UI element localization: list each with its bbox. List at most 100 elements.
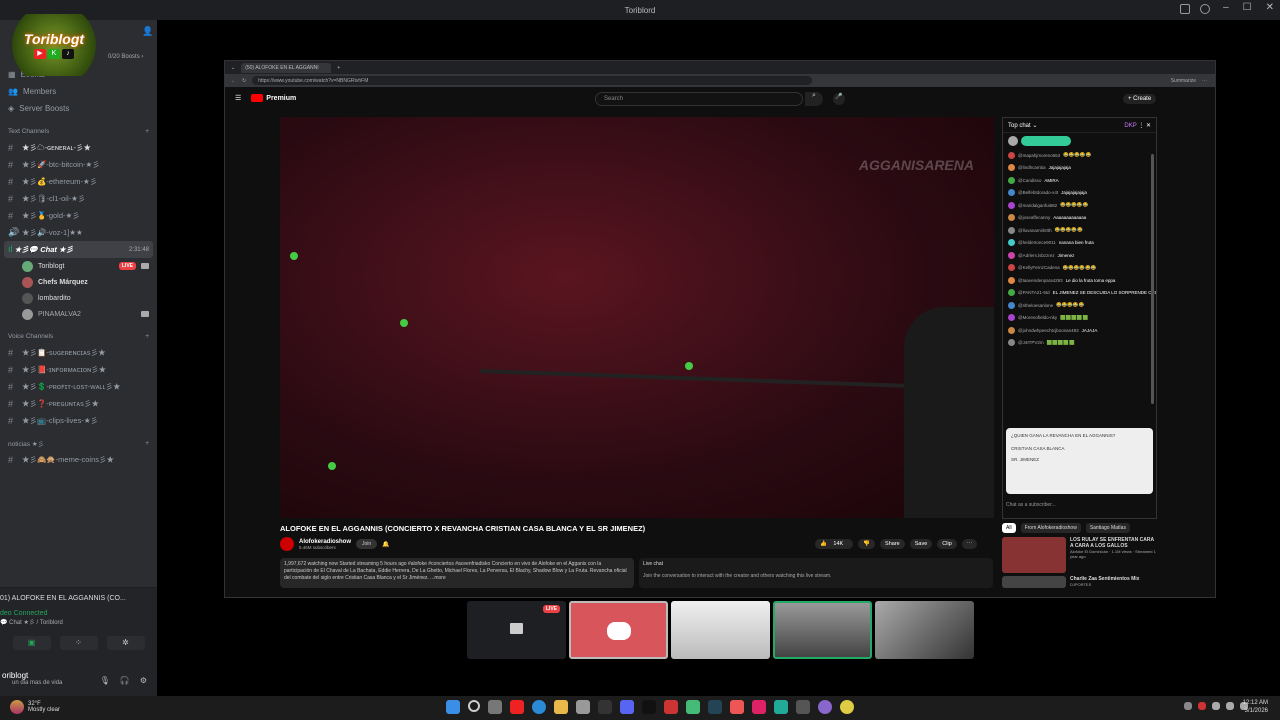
webcam-tile[interactable]	[773, 601, 872, 659]
app-icon[interactable]	[774, 700, 788, 714]
steam-icon[interactable]	[708, 700, 722, 714]
chat-username[interactable]: @Candisso	[1018, 178, 1041, 183]
poll-option[interactable]: CRISTIAN CASA BLANCA	[1011, 446, 1148, 451]
voice-user[interactable]: PINAMALVA2	[0, 306, 157, 322]
pill-green[interactable]	[1021, 136, 1071, 146]
dislike-button[interactable]: 👎	[858, 539, 876, 549]
app-icon[interactable]	[576, 700, 590, 714]
chat-message[interactable]: @taavendenpara4293 Le dio la fruta toma e…	[1003, 274, 1156, 287]
discord-icon[interactable]	[620, 700, 634, 714]
nav-members[interactable]: 👥 Members	[0, 83, 157, 100]
task-view-icon[interactable]	[488, 700, 502, 714]
channel-ethereum[interactable]: # ★彡💰-ethereum-★彡	[0, 173, 157, 190]
server-header[interactable]: Toriblogt ▶ K ♪ 👤 0/20 Boosts ›	[0, 14, 157, 76]
channel-btc[interactable]: # ★彡🚀-btc-bitcoin-★彡	[0, 156, 157, 173]
channel-clips-lives[interactable]: # ★彡📺-clips-lives-★彡	[0, 412, 157, 429]
chat-message[interactable]: @Belfebtdorado-x4t Jajajajajajaja	[1003, 187, 1156, 200]
chat-message[interactable]: @lindhcamba Jajajajajaja	[1003, 162, 1156, 175]
add-user-icon[interactable]: 👤	[142, 26, 153, 37]
mic-icon[interactable]	[1198, 702, 1206, 710]
chat-message[interactable]: @johndwhpeechtcjboonan483 JAJAJA	[1003, 324, 1156, 337]
search-input[interactable]: Search	[595, 92, 803, 106]
reco-item[interactable]: Charlie Zaa Sentimientos Mix DJPORTES	[1002, 576, 1157, 588]
save-button[interactable]: Save	[909, 539, 933, 549]
extensions-icon[interactable]: ⋯	[1202, 78, 1207, 84]
explorer-icon[interactable]	[554, 700, 568, 714]
help-icon[interactable]	[1200, 4, 1210, 14]
chat-scrollbar[interactable]	[1151, 154, 1154, 404]
chat-username[interactable]: @PANTA21-5td	[1018, 290, 1050, 295]
voice-user[interactable]: Chefs Márquez	[0, 274, 157, 290]
chat-username[interactable]: @Belfebtdorado-x4t	[1018, 190, 1058, 195]
poll-option[interactable]: SR. JIMENEZ	[1011, 457, 1148, 462]
wifi-icon[interactable]	[1212, 702, 1220, 710]
search-icon[interactable]: ⌕	[805, 92, 823, 106]
category-text-channels[interactable]: Text Channels +	[0, 123, 157, 139]
reco-item[interactable]: LOS RULAY SE ENFRENTAN CARA A CARA A LOS…	[1002, 537, 1157, 573]
webcam-tile[interactable]	[671, 601, 770, 659]
pill-gray[interactable]	[1008, 136, 1018, 146]
chrome-icon[interactable]	[840, 700, 854, 714]
tab-menu-icon[interactable]: ⌄	[231, 65, 235, 71]
chat-message[interactable]: @lluvanamirk0th 😂😂😂😂😂	[1003, 224, 1156, 237]
like-button[interactable]: 👍 14K	[815, 539, 854, 549]
chat-message[interactable]: @J4ITPV2m 🟩🟩🟩🟩🟩	[1003, 337, 1156, 350]
app-icon[interactable]	[664, 700, 678, 714]
youtube-logo[interactable]: Premium	[251, 94, 296, 102]
start-icon[interactable]	[446, 700, 460, 714]
app-icon[interactable]	[818, 700, 832, 714]
live-chat-box[interactable]: Live chat Join the conversation to inter…	[639, 558, 993, 588]
category-noticias[interactable]: noticias ★彡 +	[0, 435, 157, 451]
bell-icon[interactable]: 🔔	[382, 541, 389, 548]
add-channel-icon[interactable]: +	[145, 333, 149, 340]
chat-username[interactable]: @Morenofieldo-nky	[1018, 315, 1057, 320]
chat-username[interactable]: @lluvanamirk0th	[1018, 228, 1052, 233]
youtube-icon[interactable]	[510, 700, 524, 714]
chat-message[interactable]: @maridalganfui682 😂😂😂😂😂	[1003, 199, 1156, 212]
chat-username[interactable]: @J4ITPV2m	[1018, 340, 1044, 345]
chat-username[interactable]: @KellyFernzCadena	[1018, 265, 1060, 270]
app-icon[interactable]	[686, 700, 700, 714]
headphones-icon[interactable]: 🎧	[120, 676, 130, 685]
chat-username[interactable]: @lindhcamba	[1018, 165, 1046, 170]
chat-message[interactable]: @PANTA21-5td EL JIMENEZ SE DESCUIDA LO SO…	[1003, 287, 1156, 300]
chat-username[interactable]: @joseaffecanny	[1018, 215, 1050, 220]
reco-tab[interactable]: All	[1002, 523, 1016, 533]
edge-icon[interactable]	[532, 700, 546, 714]
chevron-up-icon[interactable]	[1184, 702, 1192, 710]
minimize-button[interactable]: –	[1223, 2, 1229, 13]
channel-profit-lost[interactable]: # ★彡💲-ᴘʀᴏꜰɪᴛ-ʟᴏꜱᴛ-ᴡᴀʟʟ彡★	[0, 378, 157, 395]
add-channel-icon[interactable]: +	[145, 128, 149, 135]
chat-message[interactable]: @heldertonce9011 nanana bien fruta	[1003, 237, 1156, 250]
channel-oil[interactable]: # ★彡🛢-cl1-oil-★彡	[0, 190, 157, 207]
mic-icon[interactable]: 🎙	[100, 676, 110, 685]
address-bar[interactable]: https://www.youtube.com/watch?v=NBNGRtvh…	[252, 76, 813, 85]
chat-username[interactable]: @johndwhpeechtcjboonan483	[1018, 328, 1079, 333]
chat-message[interactable]: @joseaffecanny Aaaaaaaaaaaaa	[1003, 212, 1156, 225]
voice-channel-path[interactable]: 💬 Chat ★彡 / Toriblord	[0, 617, 157, 626]
chat-username[interactable]: @mapahjmoreno653	[1018, 153, 1060, 158]
more-icon[interactable]: ⋯	[961, 539, 978, 549]
screen-share-tile[interactable]: LIVE	[467, 601, 566, 659]
voice-user[interactable]: Toriblogt LIVE	[0, 258, 157, 274]
webcam-tile[interactable]	[875, 601, 974, 659]
chat-username[interactable]: @ritheloesanlone	[1018, 303, 1053, 308]
reco-tab[interactable]: From Alofokeradioshow	[1020, 523, 1081, 533]
summarize-button[interactable]: Summarize	[1171, 78, 1196, 84]
boost-counter[interactable]: 0/20 Boosts ›	[108, 54, 143, 60]
chat-username[interactable]: @Adrlers.lsbzzrez	[1018, 253, 1055, 258]
chat-message[interactable]: @ritheloesanlone 😂😂😂😂😂	[1003, 299, 1156, 312]
clock[interactable]: 12:12 AM 3/1/2026	[1243, 699, 1268, 715]
channel-chat-active[interactable]: ıl ★彡💬 Chat ★彡 2:31:48	[4, 241, 153, 258]
weather-widget[interactable]: 32°F Mostly clear	[10, 700, 60, 714]
tiktok-icon[interactable]	[752, 700, 766, 714]
chat-message[interactable]: @Candisso AMIRA	[1003, 174, 1156, 187]
maximize-button[interactable]: ☐	[1243, 2, 1252, 13]
chat-message[interactable]: @Adrlers.lsbzzrez Jimenez	[1003, 249, 1156, 262]
category-voice-channels[interactable]: Voice Channels +	[0, 328, 157, 344]
menu-icon[interactable]: ☰	[235, 94, 241, 102]
channel-sugerencias[interactable]: # ★彡📋-ꜱᴜɢᴇʀᴇɴᴄɪᴀꜱ彡★	[0, 344, 157, 361]
discord-user-tile[interactable]	[569, 601, 668, 659]
tiktok-icon[interactable]	[642, 700, 656, 714]
browser-tab[interactable]: (50) ALOFOKE EN EL AGGANNI	[241, 62, 332, 73]
